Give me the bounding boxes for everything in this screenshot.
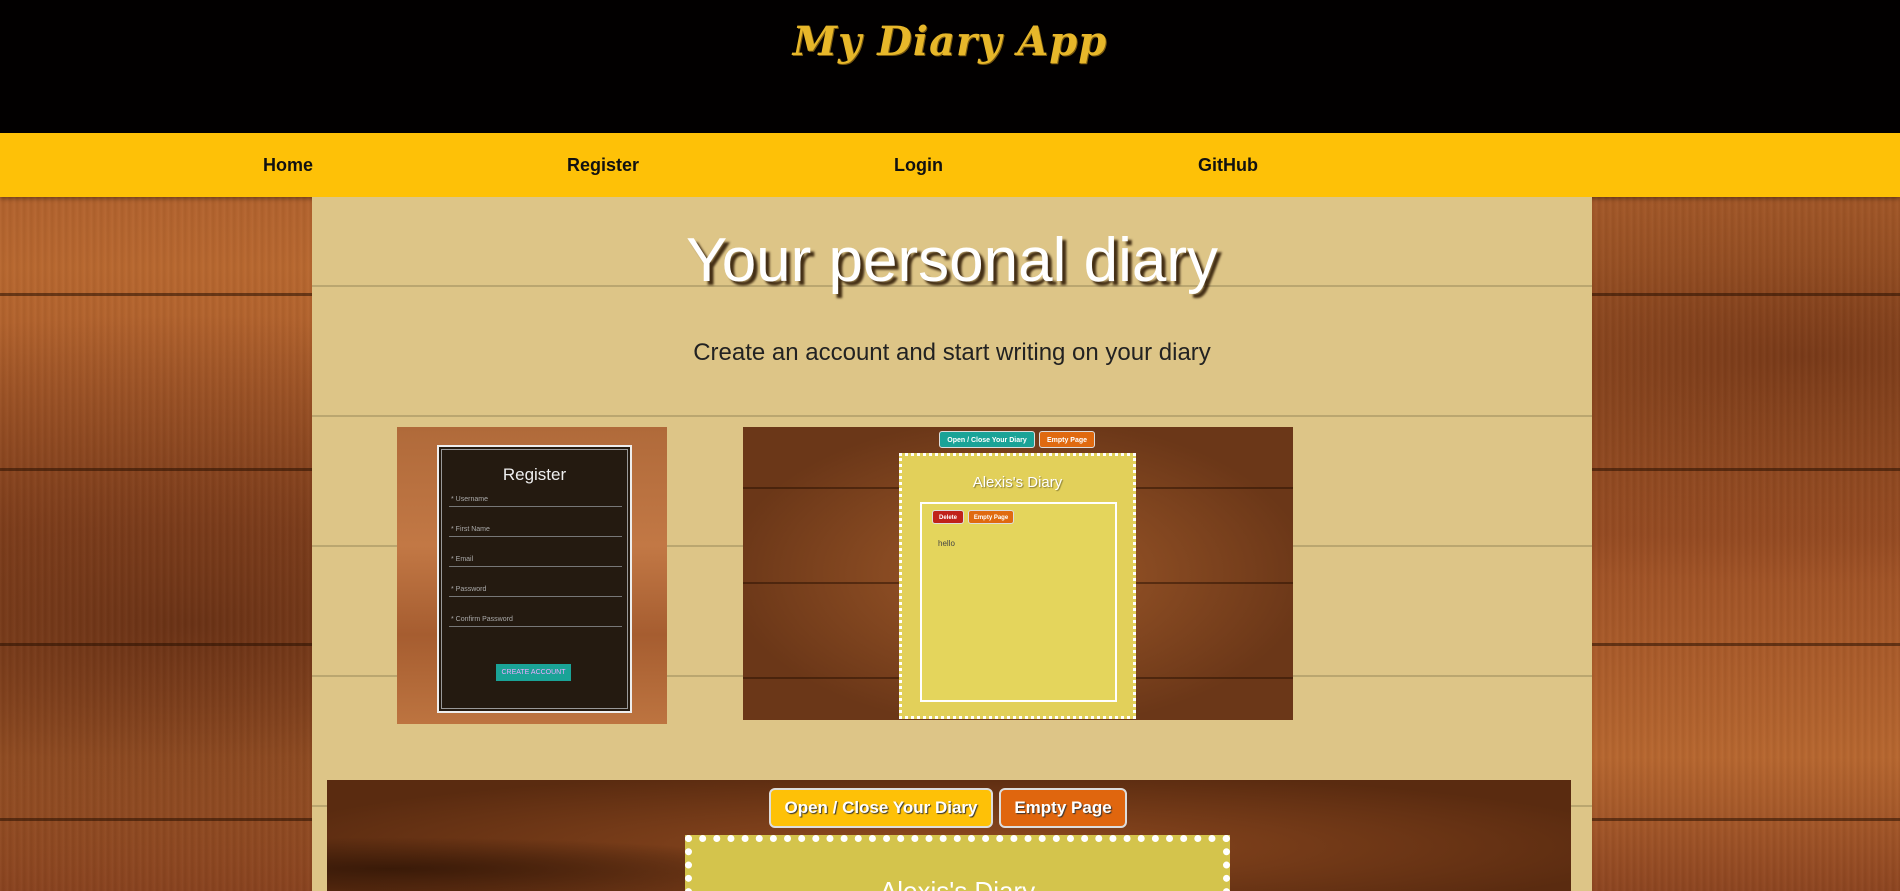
- site-logo: My Diary App: [792, 18, 1108, 65]
- nav-home-link[interactable]: Home: [263, 155, 313, 176]
- create-account-button-preview: CREATE ACCOUNT: [496, 664, 571, 681]
- nav-github-link[interactable]: GitHub: [1198, 155, 1258, 176]
- open-close-diary-button-large: Open / Close Your Diary: [769, 788, 993, 828]
- diary-book-large: Alexis's Diary: [685, 835, 1230, 891]
- main-nav: Home Register Login GitHub: [0, 133, 1900, 197]
- nav-register-link[interactable]: Register: [567, 155, 639, 176]
- open-close-button-preview: Open / Close Your Diary: [939, 431, 1035, 448]
- delete-button-preview: Delete: [932, 510, 964, 524]
- empty-page-button-large: Empty Page: [999, 788, 1127, 828]
- page-empty-button-preview: Empty Page: [968, 510, 1014, 524]
- main-panel: Your personal diary Create an account an…: [312, 197, 1592, 891]
- diary-book-preview: Alexis's Diary Delete Empty Page hello: [899, 453, 1136, 719]
- diary-preview-image: Open / Close Your Diary Empty Page Alexi…: [743, 427, 1293, 720]
- email-field-preview: * Email: [449, 551, 622, 567]
- page-subtitle: Create an account and start writing on y…: [693, 339, 1211, 366]
- diary-name-large: Alexis's Diary: [879, 876, 1036, 891]
- nav-login-link[interactable]: Login: [894, 155, 943, 176]
- register-preview-image: Register * Username * First Name * Email…: [397, 427, 667, 724]
- page-title: Your personal diary: [686, 226, 1218, 295]
- site-header: My Diary App: [0, 0, 1900, 133]
- confirm-password-field-preview: * Confirm Password: [449, 611, 622, 627]
- large-diary-preview-image: Open / Close Your Diary Empty Page Alexi…: [327, 780, 1571, 891]
- password-field-preview: * Password: [449, 581, 622, 597]
- first-name-field-preview: * First Name: [449, 521, 622, 537]
- diary-name-preview: Alexis's Diary: [972, 474, 1063, 491]
- empty-page-button-preview: Empty Page: [1039, 431, 1095, 448]
- register-form-title: Register: [502, 465, 567, 484]
- diary-page-preview: Delete Empty Page hello: [920, 502, 1117, 702]
- register-form-preview: Register * Username * First Name * Email…: [437, 445, 632, 713]
- diary-entry-preview: hello: [938, 539, 955, 548]
- username-field-preview: * Username: [449, 491, 622, 507]
